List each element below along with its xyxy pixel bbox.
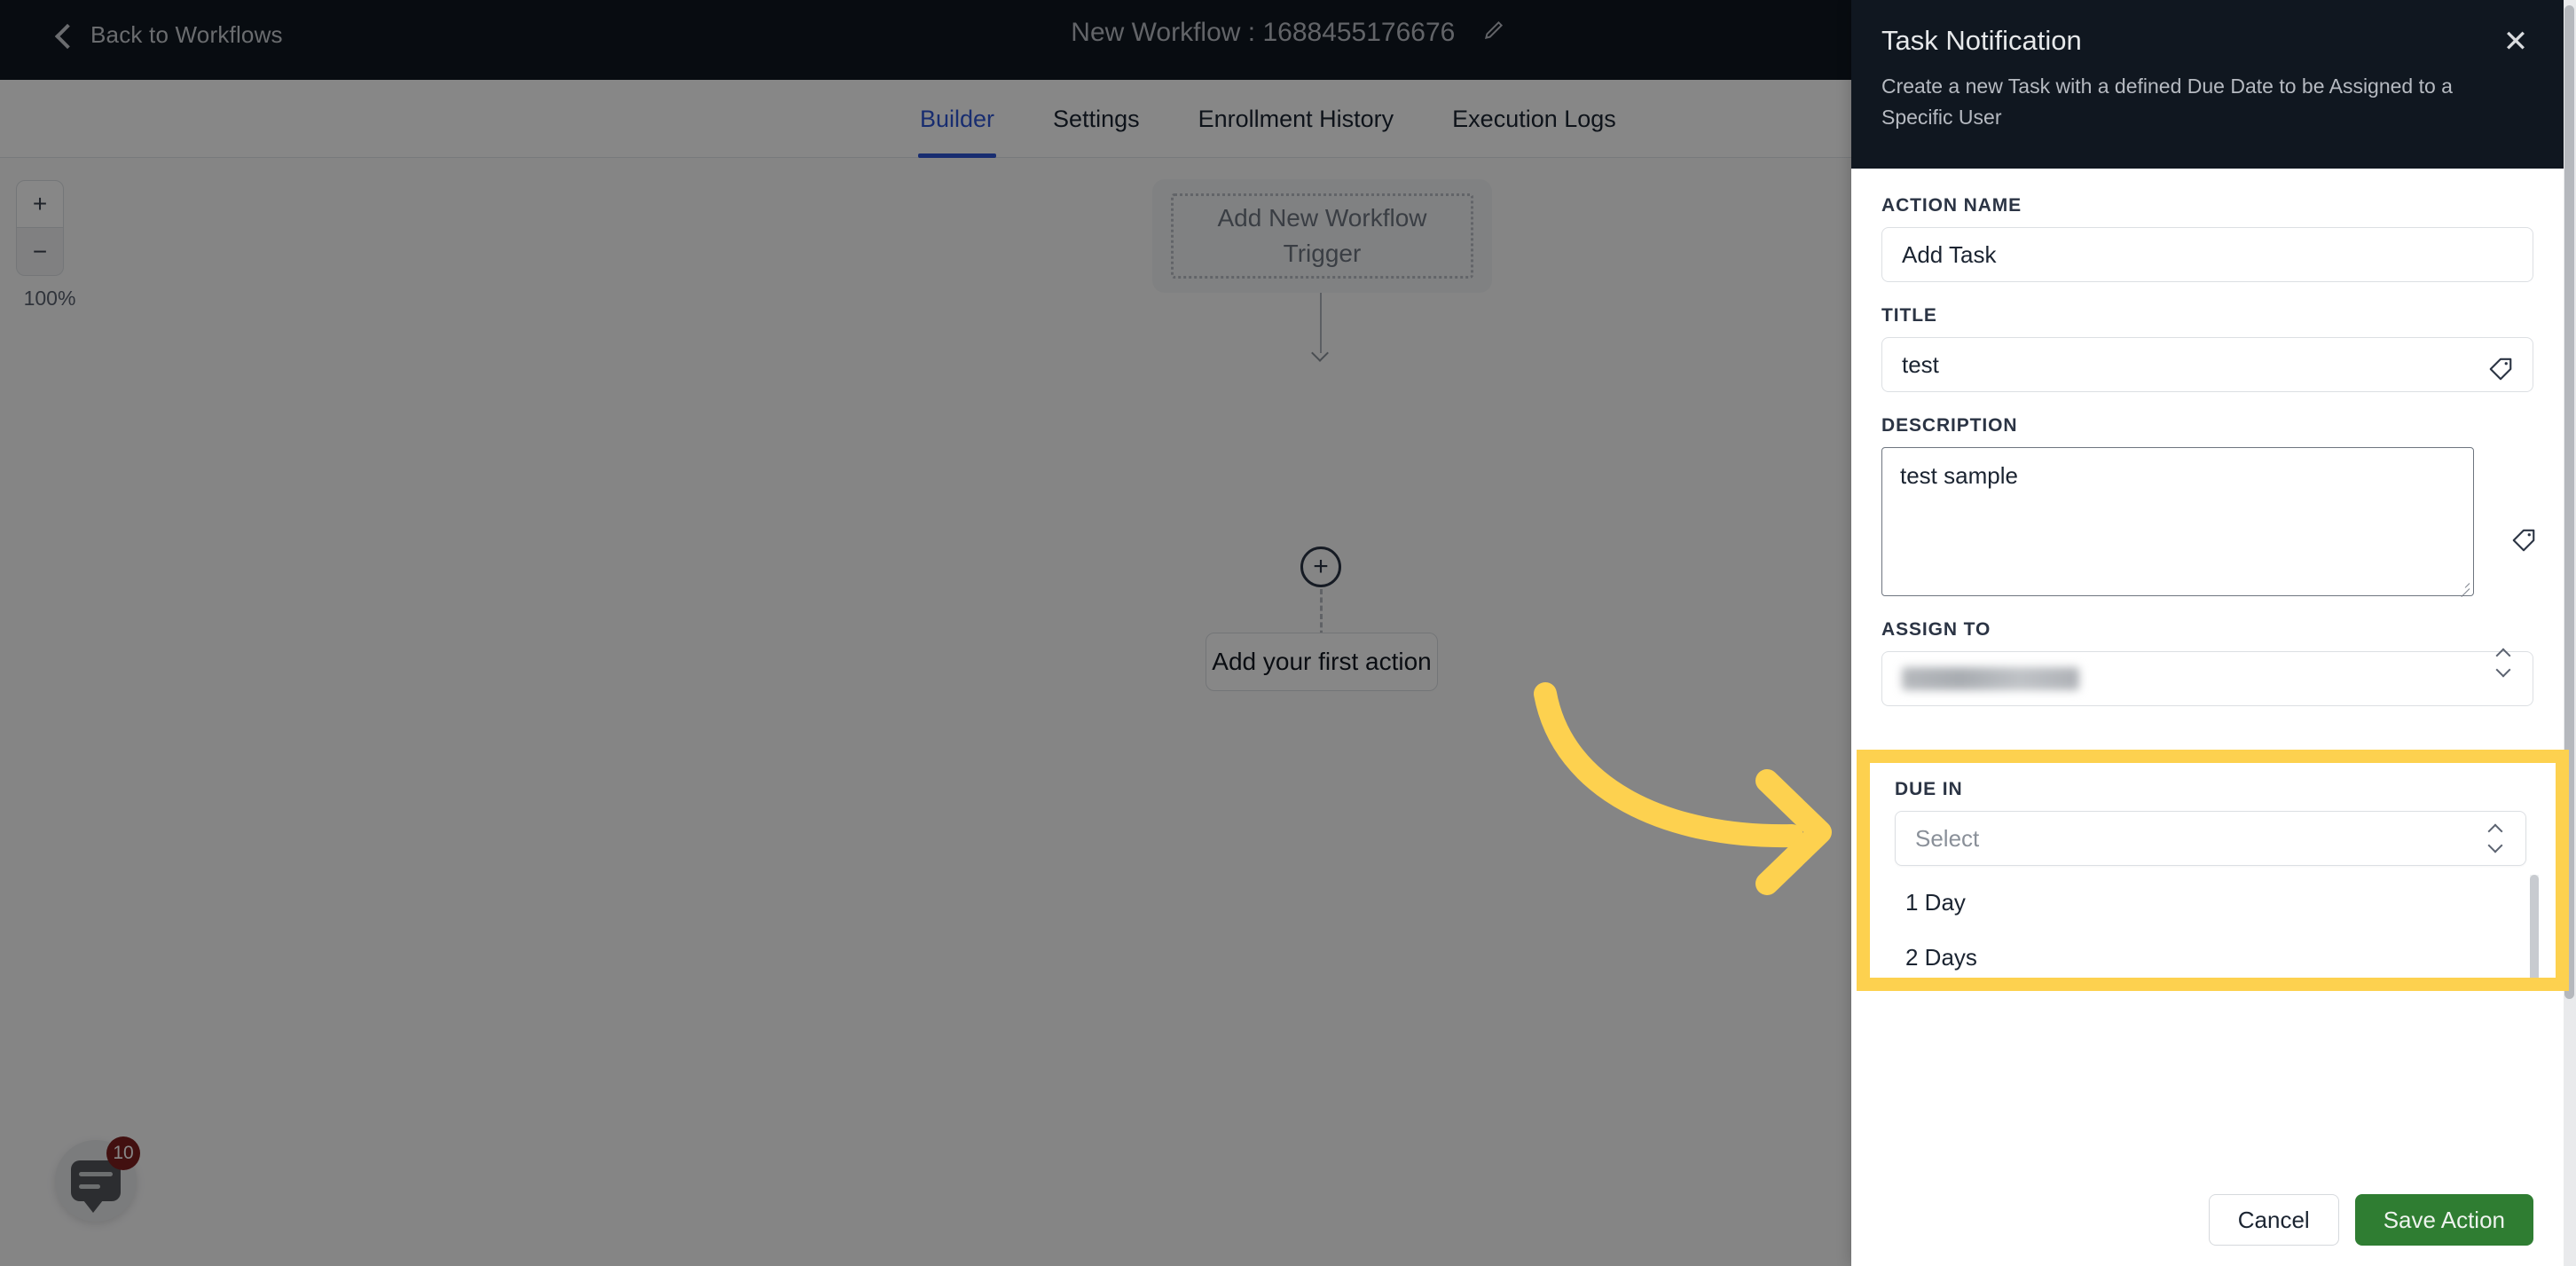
title-label: TITLE	[1881, 305, 1937, 326]
tab-enrollment-history-label: Enrollment History	[1198, 106, 1394, 132]
due-in-option[interactable]: 1 Day	[1895, 875, 2526, 930]
panel-body: ACTION NAME Add Task TITLE test DESCRIPT…	[1851, 169, 2564, 1174]
chevron-up-down-icon	[2494, 648, 2514, 678]
field-title: TITLE test	[1881, 305, 2533, 392]
cancel-button[interactable]: Cancel	[2208, 1194, 2339, 1246]
field-assign-to: ASSIGN TO	[1881, 619, 2533, 706]
description-label: DESCRIPTION	[1881, 415, 2018, 436]
tab-builder-label: Builder	[920, 106, 995, 132]
cancel-button-label: Cancel	[2237, 1206, 2310, 1233]
zoom-percent: 100%	[23, 287, 76, 310]
description-value: test sample	[1900, 462, 2018, 489]
save-action-button-label: Save Action	[2383, 1206, 2505, 1233]
due-in-options-list: 1 Day 2 Days 3 Days 4 Days 5 Days	[1895, 875, 2539, 991]
due-in-option-label: 1 Day	[1905, 888, 1966, 916]
tag-icon[interactable]	[2487, 356, 2514, 382]
title-input[interactable]: test	[1881, 337, 2533, 392]
workflow-title-text: New Workflow : 1688455176676	[1071, 18, 1456, 47]
due-in-option[interactable]: 2 Days	[1895, 930, 2526, 978]
action-name-input[interactable]: Add Task	[1881, 227, 2533, 282]
zoom-out-label: −	[32, 237, 48, 265]
tab-execution-logs-label: Execution Logs	[1452, 106, 1616, 132]
due-in-select[interactable]: Select	[1895, 811, 2526, 866]
add-workflow-trigger-label: Add New Workflow Trigger	[1171, 193, 1473, 279]
zoom-out-button[interactable]: −	[16, 228, 64, 276]
add-step-plus-button[interactable]: +	[1300, 547, 1341, 587]
due-in-options-scrollbar-thumb[interactable]	[2530, 875, 2539, 978]
add-first-action-node[interactable]: Add your first action	[1206, 633, 1438, 691]
action-name-value: Add Task	[1902, 240, 1997, 268]
panel-header: Task Notification Create a new Task with…	[1851, 0, 2564, 169]
close-icon[interactable]: ✕	[2498, 25, 2533, 60]
chat-line-2	[79, 1184, 100, 1189]
due-in-label: DUE IN	[1895, 779, 1963, 799]
assign-to-label: ASSIGN TO	[1881, 619, 1991, 640]
description-textarea[interactable]: test sample	[1881, 447, 2474, 596]
tab-settings[interactable]: Settings	[1051, 80, 1142, 158]
action-name-label: ACTION NAME	[1881, 195, 2022, 216]
add-step-plus-label: +	[1313, 552, 1329, 581]
panel-title: Task Notification	[1881, 25, 2082, 56]
due-in-option[interactable]: 3 Days	[1895, 985, 2526, 991]
chat-line-1	[79, 1172, 113, 1176]
textarea-resize-handle[interactable]	[2455, 578, 2470, 592]
screen-root: Back to Workflows New Workflow : 1688455…	[0, 0, 2576, 1266]
field-action-name: ACTION NAME Add Task	[1881, 195, 2533, 282]
connector-arrow-icon	[1311, 347, 1331, 359]
due-in-option-label: 2 Days	[1905, 943, 1977, 971]
assign-to-value	[1902, 667, 2079, 690]
due-in-placeholder: Select	[1915, 824, 1980, 852]
task-notification-panel: Task Notification Create a new Task with…	[1851, 0, 2569, 1266]
assign-to-select[interactable]	[1881, 648, 2533, 706]
tab-builder[interactable]: Builder	[918, 80, 997, 158]
tab-enrollment-history[interactable]: Enrollment History	[1197, 80, 1396, 158]
due-in-section: DUE IN Select 1 Day 2 Days	[1870, 763, 2556, 978]
add-workflow-trigger-node[interactable]: Add New Workflow Trigger	[1152, 179, 1492, 293]
tab-execution-logs[interactable]: Execution Logs	[1450, 80, 1618, 158]
tab-list: Builder Settings Enrollment History Exec…	[918, 80, 1618, 158]
tab-settings-label: Settings	[1053, 106, 1140, 132]
zoom-controls: + − 100%	[16, 180, 83, 311]
pencil-icon[interactable]	[1482, 19, 1505, 49]
chat-unread-badge: 10	[106, 1136, 140, 1170]
title-value: test	[1902, 350, 1939, 378]
zoom-in-label: +	[32, 190, 48, 217]
add-first-action-label: Add your first action	[1212, 648, 1432, 675]
save-action-button[interactable]: Save Action	[2354, 1194, 2533, 1246]
field-description: DESCRIPTION test sample	[1881, 415, 2535, 596]
chevron-up-down-icon	[2486, 823, 2506, 853]
zoom-in-button[interactable]: +	[16, 180, 64, 228]
due-in-highlight-box: DUE IN Select 1 Day 2 Days	[1857, 750, 2569, 991]
tag-icon[interactable]	[2510, 527, 2537, 554]
chat-widget-button[interactable]: 10	[55, 1136, 140, 1222]
curved-arrow-right-icon	[1508, 657, 1881, 896]
panel-subtitle: Create a new Task with a defined Due Dat…	[1881, 75, 2453, 129]
panel-footer: Cancel Save Action	[1851, 1174, 2564, 1266]
